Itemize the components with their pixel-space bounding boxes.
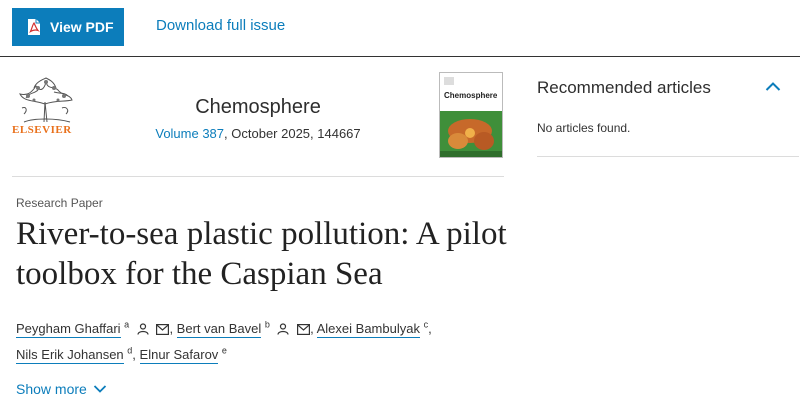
envelope-icon[interactable]	[297, 324, 311, 335]
recommended-articles-header[interactable]: Recommended articles	[537, 78, 787, 102]
chevron-down-icon	[93, 385, 106, 393]
view-pdf-button[interactable]: View PDF	[12, 8, 124, 46]
author-link[interactable]: Nils Erik Johansen	[16, 347, 124, 364]
journal-title[interactable]: Chemosphere	[12, 96, 504, 119]
author-separator: ,	[428, 321, 432, 336]
recommended-articles-title: Recommended articles	[537, 78, 711, 97]
author-separator: ,	[169, 321, 177, 336]
person-icon[interactable]	[137, 323, 149, 335]
pdf-icon	[28, 19, 40, 35]
journal-issue-info: Volume 387, October 2025, 144667	[12, 126, 504, 141]
author-separator: ,	[310, 321, 317, 336]
article-type: Research Paper	[16, 196, 103, 210]
person-icon[interactable]	[277, 323, 290, 335]
author-link[interactable]: Alexei Bambulyak	[316, 321, 420, 338]
journal-cover-thumbnail[interactable]: Chemosphere	[439, 72, 503, 158]
affiliation-marker[interactable]: b	[265, 320, 270, 330]
cover-title: Chemosphere	[444, 91, 498, 100]
author-separator: ,	[132, 347, 140, 362]
show-more-label: Show more	[16, 381, 87, 397]
affiliation-marker[interactable]: a	[124, 320, 129, 330]
no-articles-message: No articles found.	[537, 121, 631, 135]
cover-image	[440, 111, 502, 157]
envelope-icon[interactable]	[156, 324, 170, 335]
chevron-up-icon[interactable]	[765, 81, 781, 92]
author-list: Peygham Ghaffari a , Bert van Bavel b , …	[16, 316, 536, 368]
issue-details: , October 2025, 144667	[224, 126, 361, 141]
top-toolbar: View PDF Download full issue	[0, 0, 800, 57]
view-pdf-label: View PDF	[50, 19, 114, 35]
article-title: River-to-sea plastic pollution: A pilot …	[16, 216, 507, 292]
author-link[interactable]: Elnur Safarov	[139, 347, 219, 364]
affiliation-marker[interactable]: e	[222, 346, 227, 356]
volume-link[interactable]: Volume 387	[155, 126, 224, 141]
author-link[interactable]: Peygham Ghaffari	[16, 321, 121, 338]
download-full-issue-link[interactable]: Download full issue	[156, 17, 285, 34]
cover-logo	[444, 77, 454, 85]
journal-header: ELSEVIER Chemosphere Volume 387, October…	[12, 70, 504, 177]
show-more-button[interactable]: Show more	[16, 381, 107, 397]
divider	[537, 156, 799, 157]
author-link[interactable]: Bert van Bavel	[176, 321, 262, 338]
